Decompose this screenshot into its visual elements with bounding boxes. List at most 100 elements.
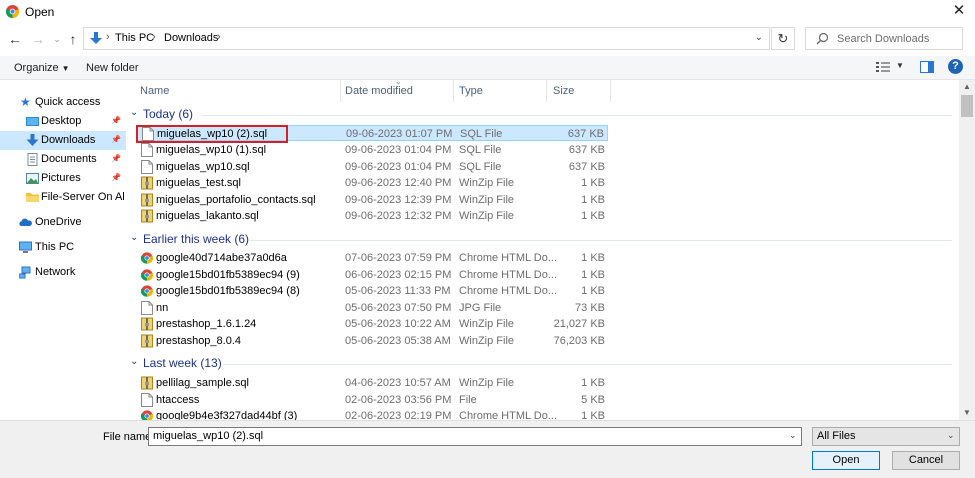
command-bar: Organize ▼ New folder ▼ ? — [0, 56, 975, 80]
group-header-earlier-this-week[interactable]: ⌄ Earlier this week (6) — [126, 231, 959, 249]
nav-network[interactable]: Network — [0, 263, 126, 282]
file-size: 1 KB — [581, 269, 605, 281]
group-label: Earlier this week (6) — [143, 232, 250, 246]
title-bar: Open ✕ — [0, 0, 975, 24]
cancel-button[interactable]: Cancel — [892, 451, 960, 470]
nav-onedrive[interactable]: OneDrive — [0, 213, 126, 232]
scroll-up-arrow-icon[interactable]: ▲ — [959, 80, 975, 94]
scroll-down-arrow-icon[interactable]: ▼ — [959, 406, 975, 420]
file-row[interactable]: miguelas_portafolio_contacts.sql 09-06-20… — [136, 192, 608, 208]
file-name: prestashop_8.0.4 — [156, 335, 242, 347]
column-name[interactable]: Name — [140, 85, 169, 97]
winzip-icon — [141, 176, 153, 190]
open-button[interactable]: Open — [812, 451, 880, 470]
file-row[interactable]: google15bd01fb5389ec94 (8) 05-06-2023 11:… — [136, 283, 608, 299]
file-row[interactable]: htaccess 02-06-2023 03:56 PM File 5 KB — [136, 392, 608, 408]
file-name-chevron-down-icon[interactable]: ⌄ — [789, 430, 797, 441]
column-date-modified[interactable]: Date modified — [345, 85, 413, 97]
blank-file-icon — [141, 393, 153, 407]
breadcrumb-chevron-icon[interactable]: › — [106, 31, 110, 43]
documents-icon — [27, 153, 38, 166]
winzip-icon — [141, 334, 153, 348]
column-size[interactable]: Size — [553, 85, 574, 97]
search-input[interactable]: Search Downloads — [805, 27, 963, 50]
preview-pane-icon[interactable] — [920, 61, 934, 73]
file-row[interactable]: miguelas_wp10 (1).sql 09-06-2023 01:04 PM… — [136, 142, 608, 158]
breadcrumb-this-pc[interactable]: This PC — [115, 32, 154, 44]
nav-this-pc[interactable]: This PC — [0, 238, 126, 257]
file-row[interactable]: miguelas_wp10.sql 09-06-2023 01:04 PM SQL … — [136, 159, 608, 175]
column-divider[interactable] — [610, 80, 611, 102]
refresh-button[interactable]: ↻ — [771, 27, 795, 50]
vertical-scrollbar[interactable]: ▲ ▼ — [959, 80, 975, 420]
file-date-modified: 09-06-2023 12:32 PM — [345, 210, 452, 222]
file-row[interactable]: miguelas_lakanto.sql 09-06-2023 12:32 PM W… — [136, 208, 608, 224]
file-row[interactable]: nn 05-06-2023 07:50 PM JPG File 73 KB — [136, 300, 608, 316]
address-history-chevron-icon[interactable]: ⌄ — [755, 32, 763, 43]
file-type: WinZip File — [459, 377, 515, 389]
file-date-modified: 09-06-2023 12:39 PM — [345, 194, 452, 206]
forward-arrow-icon[interactable]: → — [29, 30, 47, 48]
address-bar[interactable]: › This PC › Downloads › ⌄ — [83, 27, 770, 50]
file-row[interactable]: google9b4e3f327dad44bf (3) 02-06-2023 02:… — [136, 408, 608, 420]
organize-button[interactable]: Organize ▼ — [14, 62, 70, 74]
file-name-input[interactable]: miguelas_wp10 (2).sql — [148, 427, 802, 446]
onedrive-cloud-icon — [19, 218, 32, 226]
file-type-chevron-down-icon[interactable]: ⌄ — [947, 430, 955, 441]
view-options-icon[interactable] — [876, 61, 890, 73]
file-row[interactable]: google40d714abe37a0d6a 07-06-2023 07:59 P… — [136, 250, 608, 266]
file-type: WinZip File — [459, 194, 515, 206]
nav-file-server[interactable]: File-Server On Al — [0, 188, 126, 207]
help-icon[interactable]: ? — [948, 59, 963, 74]
breadcrumb-chevron-icon[interactable]: › — [217, 31, 221, 43]
file-size: 73 KB — [575, 302, 605, 314]
nav-label: File-Server On Al — [41, 191, 125, 203]
column-divider[interactable] — [546, 80, 547, 102]
file-size: 1 KB — [581, 285, 605, 297]
file-date-modified: 09-06-2023 01:07 PM — [346, 128, 453, 140]
chevron-down-icon: ▼ — [61, 64, 70, 73]
chrome-icon — [140, 251, 154, 265]
file-type: WinZip File — [459, 335, 515, 347]
nav-documents[interactable]: Documents 📌 — [0, 150, 126, 169]
file-date-modified: 05-06-2023 05:38 AM — [345, 335, 451, 347]
nav-quick-access[interactable]: ★ Quick access — [0, 93, 126, 112]
breadcrumb-chevron-icon[interactable]: › — [152, 31, 156, 43]
file-row[interactable]: google15bd01fb5389ec94 (9) 06-06-2023 02:… — [136, 267, 608, 283]
nav-desktop[interactable]: Desktop 📌 — [0, 112, 126, 131]
network-icon — [19, 266, 31, 279]
column-divider[interactable] — [340, 80, 341, 102]
collapse-chevron-icon[interactable]: ⌄ — [130, 356, 138, 367]
column-type[interactable]: Type — [459, 85, 483, 97]
file-type-select[interactable]: All Files — [812, 427, 960, 446]
group-divider — [250, 240, 952, 241]
file-row[interactable]: pellilag_sample.sql 04-06-2023 10:57 AM Wi… — [136, 375, 608, 391]
file-date-modified: 09-06-2023 01:04 PM — [345, 144, 452, 156]
winzip-icon — [141, 317, 153, 331]
scroll-thumb[interactable] — [961, 95, 973, 117]
nav-downloads[interactable]: Downloads 📌 — [0, 131, 126, 150]
file-row[interactable]: prestashop_8.0.4 05-06-2023 05:38 AM WinZi… — [136, 333, 608, 349]
column-divider[interactable] — [453, 80, 454, 102]
file-row[interactable]: prestashop_1.6.1.24 05-06-2023 10:22 AM Wi… — [136, 316, 608, 332]
group-header-last-week[interactable]: ⌄ Last week (13) — [126, 355, 959, 373]
file-name: google9b4e3f327dad44bf (3) — [156, 410, 298, 420]
collapse-chevron-icon[interactable]: ⌄ — [130, 232, 138, 243]
new-folder-button[interactable]: New folder — [86, 62, 139, 74]
file-date-modified: 05-06-2023 11:33 PM — [345, 285, 451, 297]
winzip-icon — [141, 209, 153, 223]
breadcrumb-downloads[interactable]: Downloads — [164, 32, 218, 44]
back-arrow-icon[interactable]: ← — [6, 30, 24, 48]
chrome-icon — [6, 5, 19, 18]
up-arrow-icon[interactable]: ↑ — [64, 30, 82, 48]
close-button[interactable]: ✕ — [948, 2, 970, 22]
nav-label: Quick access — [35, 96, 101, 108]
file-date-modified: 09-06-2023 12:40 PM — [345, 177, 452, 189]
group-divider — [223, 364, 952, 365]
file-name: pellilag_sample.sql — [156, 377, 249, 389]
group-header-today[interactable]: ⌄ Today (6) — [126, 106, 959, 124]
file-row[interactable]: miguelas_test.sql 09-06-2023 12:40 PM WinZ… — [136, 175, 608, 191]
collapse-chevron-icon[interactable]: ⌄ — [130, 107, 138, 118]
nav-pictures[interactable]: Pictures 📌 — [0, 169, 126, 188]
view-chevron-down-icon[interactable]: ▼ — [896, 61, 904, 70]
